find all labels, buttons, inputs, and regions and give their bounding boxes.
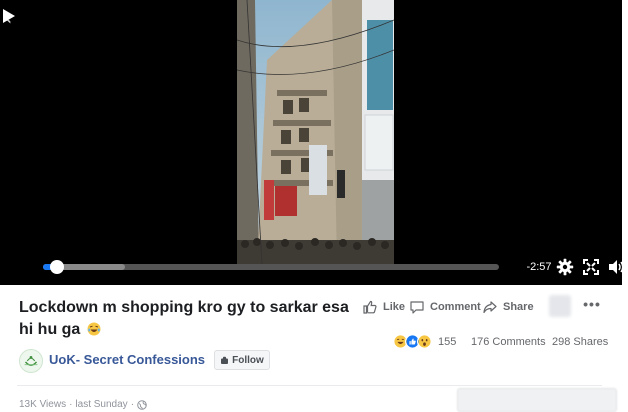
wow-reaction-icon bbox=[417, 334, 432, 349]
follow-icon bbox=[221, 356, 229, 364]
like-button[interactable]: Like bbox=[362, 298, 405, 316]
meta-separator-2: · bbox=[130, 399, 135, 410]
time-remaining: -2:57 bbox=[526, 261, 552, 273]
video-scrubber-handle[interactable] bbox=[49, 260, 64, 274]
settings-gear-icon[interactable] bbox=[556, 258, 574, 276]
post-meta: 13K Views · last Sunday · bbox=[19, 399, 147, 410]
video-player[interactable]: ‹ bbox=[0, 0, 628, 285]
shares-count[interactable]: 298 Shares bbox=[552, 336, 608, 348]
blurred-avatar[interactable] bbox=[549, 295, 571, 317]
like-label: Like bbox=[383, 301, 406, 313]
share-button[interactable]: Share bbox=[482, 298, 534, 316]
play-icon[interactable] bbox=[2, 8, 16, 24]
laughing-emoji-icon bbox=[87, 322, 101, 336]
page-edge bbox=[622, 0, 628, 412]
globe-icon bbox=[137, 399, 147, 410]
page-logo-icon[interactable] bbox=[19, 349, 43, 373]
follow-button[interactable]: Follow bbox=[214, 350, 270, 370]
follow-label: Follow bbox=[232, 354, 264, 366]
post-date[interactable]: last Sunday bbox=[75, 399, 127, 410]
post-title-text: Lockdown m shopping kro gy to sarkar esa… bbox=[19, 299, 349, 338]
comment-button[interactable]: Comment bbox=[409, 298, 481, 316]
thumbs-up-icon bbox=[363, 300, 377, 314]
share-label: Share bbox=[503, 301, 534, 313]
blurred-comment-box[interactable] bbox=[457, 388, 617, 412]
video-frame bbox=[237, 0, 394, 265]
reaction-count: 155 bbox=[438, 335, 457, 348]
reactions-summary[interactable]: 155 bbox=[393, 334, 456, 349]
comment-bubble-icon bbox=[410, 301, 424, 314]
share-arrow-icon bbox=[483, 301, 497, 314]
comment-label: Comment bbox=[430, 301, 481, 313]
fullscreen-icon[interactable] bbox=[582, 258, 600, 276]
page-name-link[interactable]: UoK- Secret Confessions bbox=[49, 352, 205, 367]
comments-count[interactable]: 176 Comments bbox=[471, 336, 546, 348]
post-title: Lockdown m shopping kro gy to sarkar esa… bbox=[19, 297, 359, 341]
more-options-icon[interactable]: ••• bbox=[582, 297, 602, 313]
meta-separator: · bbox=[69, 399, 73, 410]
view-count: 13K Views bbox=[19, 399, 67, 410]
facebook-video-viewer: ‹ bbox=[0, 0, 628, 412]
video-progress-track[interactable] bbox=[43, 260, 499, 274]
section-divider bbox=[17, 385, 602, 386]
